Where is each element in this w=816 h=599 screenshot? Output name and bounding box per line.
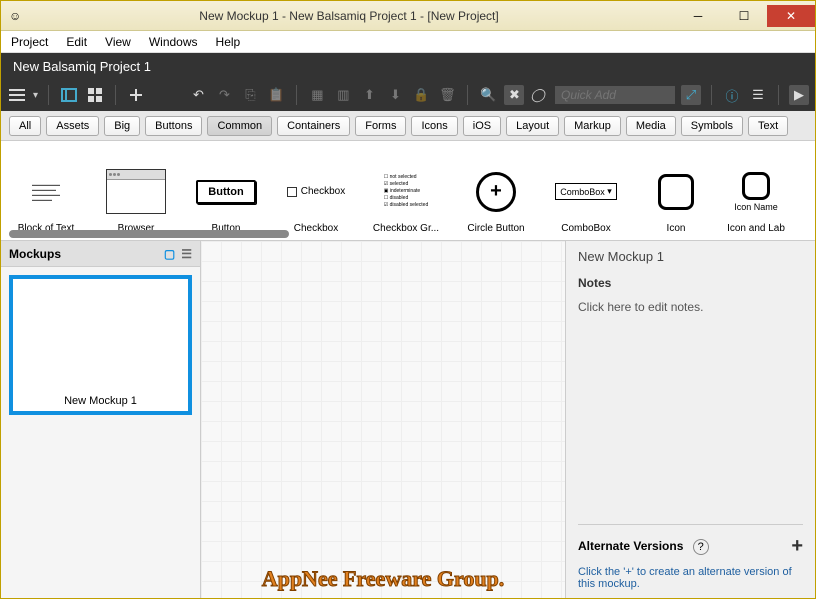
sidebar-title: Mockups — [9, 247, 61, 261]
canvas[interactable]: AppNee Freeware Group. — [201, 241, 565, 598]
titlebar: ☺ New Mockup 1 - New Balsamiq Project 1 … — [1, 1, 815, 31]
properties-panel: New Mockup 1 Notes Click here to edit no… — [565, 241, 815, 598]
maximize-button[interactable]: ☐ — [721, 5, 767, 27]
menubar: Project Edit View Windows Help — [1, 31, 815, 53]
cat-layout[interactable]: Layout — [506, 116, 559, 136]
minimize-button[interactable]: ─ — [675, 5, 721, 27]
paste-icon[interactable]: 📋 — [266, 85, 286, 105]
cat-buttons[interactable]: Buttons — [145, 116, 202, 136]
add-alternate-button[interactable]: + — [791, 535, 803, 558]
toolbar: ▾ ↶ ↷ ⎘ 📋 ▦ ▥ ⬆ ⬇ 🔒 🗑 🔍 ✖ ◯ ⤢ ⓘ ☰ ▶ — [1, 79, 815, 111]
lib-icon[interactable]: Icon — [631, 141, 721, 240]
lib-checkbox-group[interactable]: ☐ not selected☑ selected▣ indeterminate☐… — [361, 141, 451, 240]
markup-icon[interactable]: ✖ — [504, 85, 524, 105]
cat-forms[interactable]: Forms — [355, 116, 406, 136]
cat-assets[interactable]: Assets — [46, 116, 99, 136]
cat-markup[interactable]: Markup — [564, 116, 621, 136]
menu-icon[interactable] — [7, 85, 27, 105]
undo-icon[interactable]: ↶ — [188, 85, 208, 105]
cat-media[interactable]: Media — [626, 116, 676, 136]
delete-icon[interactable]: 🗑 — [437, 85, 457, 105]
lib-block-of-text[interactable]: ▬▬▬▬▬▬▬▬▬▬▬▬▬▬▬▬▬▬▬▬▬▬▬▬▬ Block of Text — [1, 141, 91, 240]
grid-icon[interactable] — [85, 85, 105, 105]
expand-icon[interactable]: ⤢ — [681, 85, 701, 105]
cat-containers[interactable]: Containers — [277, 116, 350, 136]
app-icon: ☺ — [9, 9, 23, 23]
ungroup-icon[interactable]: ▥ — [333, 85, 353, 105]
watermark: AppNee Freeware Group. — [262, 566, 505, 592]
info-icon[interactable]: ⓘ — [722, 85, 742, 105]
cat-all[interactable]: All — [9, 116, 41, 136]
lib-button[interactable]: Button Button — [181, 141, 271, 240]
cat-text[interactable]: Text — [748, 116, 788, 136]
help-icon[interactable]: ? — [693, 539, 709, 555]
menu-project[interactable]: Project — [11, 35, 48, 49]
cat-symbols[interactable]: Symbols — [681, 116, 743, 136]
lib-combobox[interactable]: ComboBox ▾ ComboBox — [541, 141, 631, 240]
project-bar: New Balsamiq Project 1 — [1, 53, 815, 79]
mockup-thumb-label: New Mockup 1 — [13, 391, 188, 411]
mockup-thumbnail[interactable]: New Mockup 1 — [9, 275, 192, 415]
project-name: New Balsamiq Project 1 — [13, 59, 151, 74]
sidebar-list-icon[interactable]: ☰ — [181, 247, 192, 261]
panel-mockup-title: New Mockup 1 — [578, 249, 803, 264]
library: ▬▬▬▬▬▬▬▬▬▬▬▬▬▬▬▬▬▬▬▬▬▬▬▬▬ Block of Text … — [1, 141, 815, 241]
alt-versions-title: Alternate Versions — [578, 539, 683, 553]
menu-windows[interactable]: Windows — [149, 35, 198, 49]
notes-label: Notes — [578, 276, 803, 290]
window-title: New Mockup 1 - New Balsamiq Project 1 - … — [23, 9, 675, 23]
cat-common[interactable]: Common — [207, 116, 272, 136]
lib-browser[interactable]: Browser — [91, 141, 181, 240]
lib-checkbox[interactable]: Checkbox Checkbox — [271, 141, 361, 240]
notes-field[interactable]: Click here to edit notes. — [578, 300, 803, 314]
sidebar: Mockups ▢ ☰ New Mockup 1 — [1, 241, 201, 598]
menu-edit[interactable]: Edit — [66, 35, 87, 49]
sidebar-grid-icon[interactable]: ▢ — [164, 247, 175, 261]
redo-icon[interactable]: ↷ — [214, 85, 234, 105]
present-icon[interactable]: ▶ — [789, 85, 809, 105]
lib-circle-button[interactable]: + Circle Button — [451, 141, 541, 240]
copy-icon[interactable]: ⎘ — [240, 85, 260, 105]
group-icon[interactable]: ▦ — [307, 85, 327, 105]
cat-big[interactable]: Big — [104, 116, 140, 136]
back-icon[interactable]: ⬇ — [385, 85, 405, 105]
front-icon[interactable]: ⬆ — [359, 85, 379, 105]
quick-add-input[interactable] — [555, 86, 675, 104]
lib-icon-and-label[interactable]: Icon Name Icon and Lab — [721, 141, 791, 240]
menu-help[interactable]: Help — [216, 35, 241, 49]
lock-icon[interactable]: 🔒 — [411, 85, 431, 105]
zoom-icon[interactable]: 🔍 — [478, 85, 498, 105]
alt-versions-desc: Click the '+' to create an alternate ver… — [578, 566, 803, 590]
category-bar: All Assets Big Buttons Common Containers… — [1, 111, 815, 141]
library-scrollbar[interactable] — [9, 230, 289, 238]
cat-ios[interactable]: iOS — [463, 116, 501, 136]
list-icon[interactable]: ☰ — [748, 85, 768, 105]
cat-icons[interactable]: Icons — [411, 116, 457, 136]
add-icon[interactable] — [126, 85, 146, 105]
menu-view[interactable]: View — [105, 35, 131, 49]
panel-left-icon[interactable] — [59, 85, 79, 105]
close-button[interactable]: ✕ — [767, 5, 815, 27]
